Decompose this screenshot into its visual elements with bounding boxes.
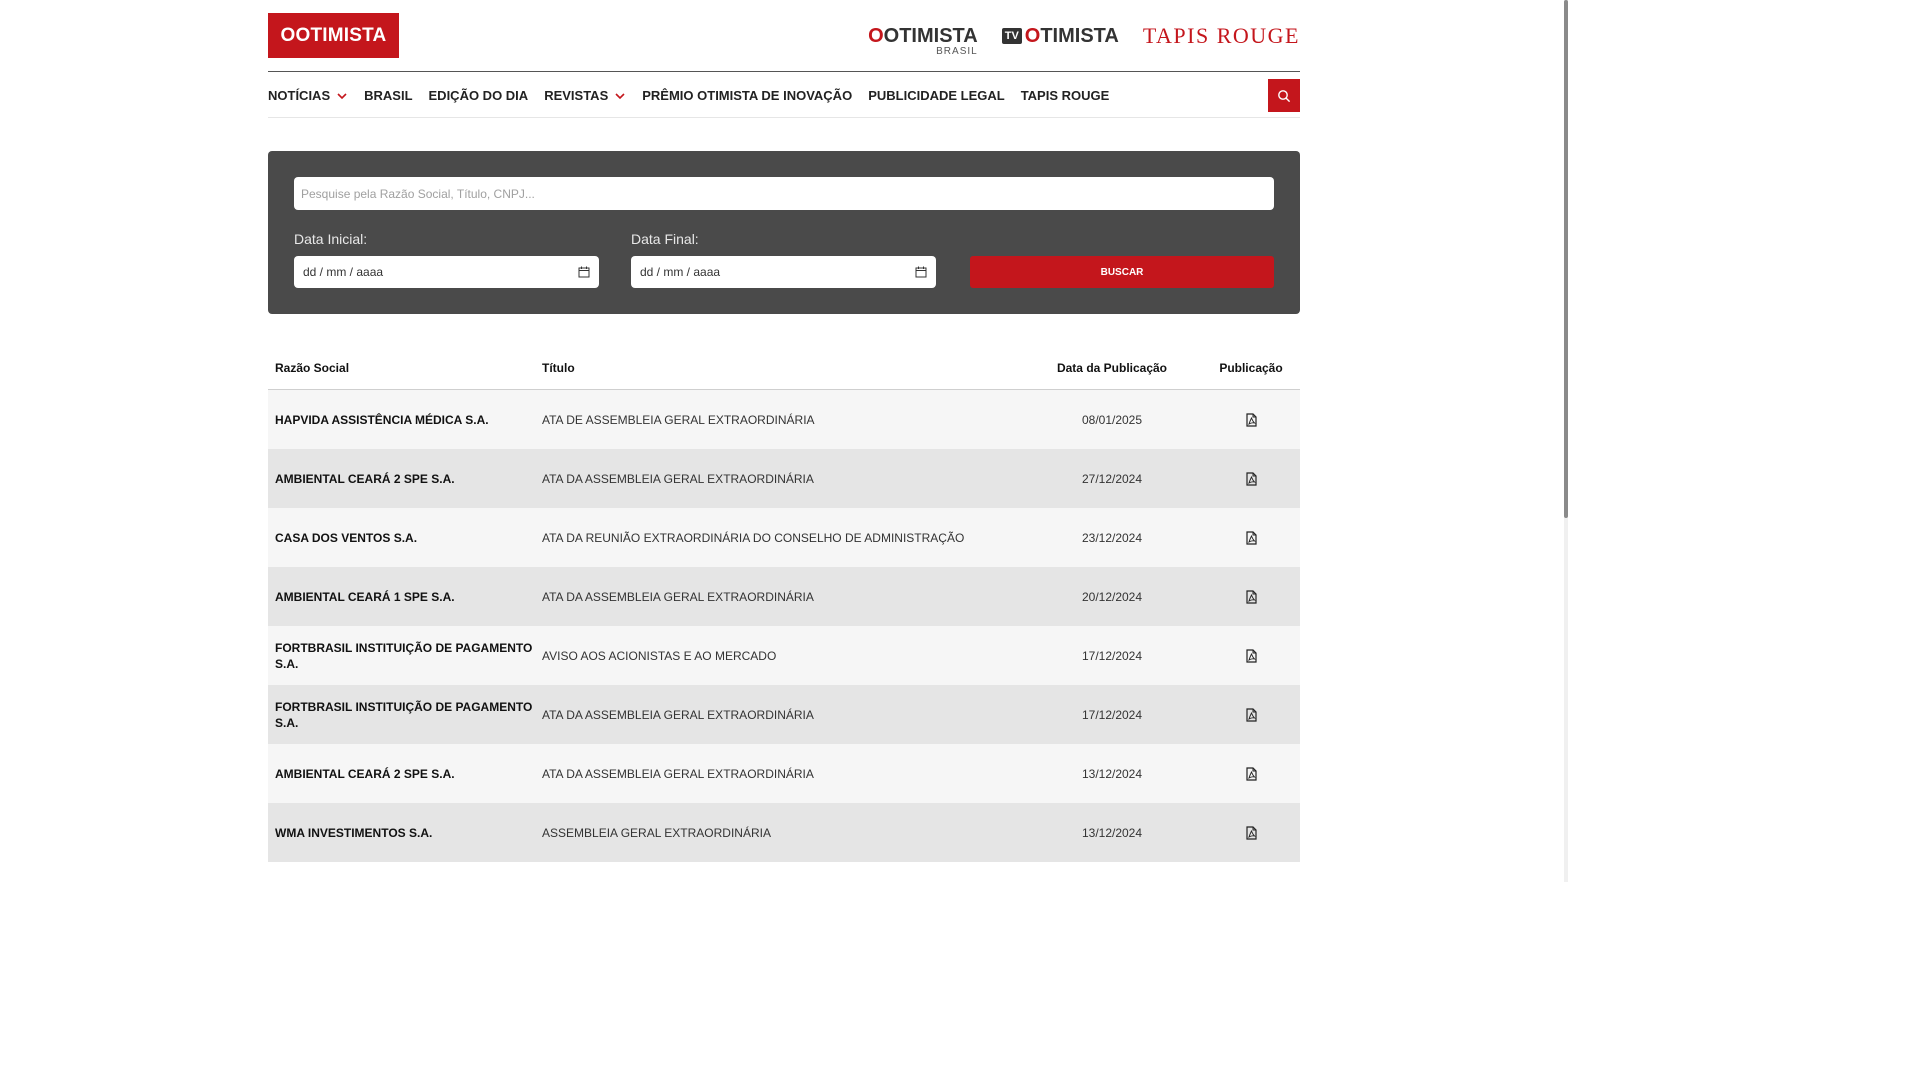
search-panel: Data Inicial: dd / mm / aaaa Data Final:… xyxy=(268,151,1300,314)
calendar-icon[interactable] xyxy=(578,266,590,278)
table-row: FORTBRASIL INSTITUIÇÃO DE PAGAMENTO S.A.… xyxy=(268,685,1300,744)
search-input[interactable] xyxy=(294,177,1274,210)
pdf-file-icon[interactable] xyxy=(1245,825,1258,840)
search-button[interactable] xyxy=(1268,79,1300,112)
tv-badge: TV xyxy=(1001,28,1022,44)
cell-data-publicacao: 23/12/2024 xyxy=(1081,530,1143,545)
header-titulo: Título xyxy=(542,360,575,375)
header-publicacao: Publicação xyxy=(1219,360,1283,375)
cell-publicacao xyxy=(1202,707,1300,722)
nav-item-label: EDIÇÃO DO DIA xyxy=(428,88,529,103)
scrollbar-thumb[interactable] xyxy=(1564,0,1568,518)
brand-links: OOTIMISTA BRASIL TV OTIMISTA TAPIS ROUGE xyxy=(868,20,1300,57)
table-row: AMBIENTAL CEARÁ 2 SPE S.A. ATA DA ASSEMBL… xyxy=(268,744,1300,803)
nav-item-label: TAPIS ROUGE xyxy=(1020,88,1110,103)
table-row: AMBIENTAL CEARÁ 2 SPE S.A. ATA DA ASSEMBL… xyxy=(268,449,1300,508)
nav-item-label: PUBLICIDADE LEGAL xyxy=(868,88,1005,103)
nav-item-brasil[interactable]: BRASIL xyxy=(364,88,412,103)
search-icon xyxy=(1278,89,1291,102)
cell-titulo: ATA DA ASSEMBLEIA GERAL EXTRAORDINÁRIA xyxy=(542,707,814,722)
nav-item-publicidade-legal[interactable]: PUBLICIDADE LEGAL xyxy=(868,88,1005,103)
brand-tv-otimista[interactable]: TV OTIMISTA xyxy=(1001,24,1119,48)
cell-razao-social: WMA INVESTIMENTOS S.A. xyxy=(275,825,433,840)
cell-publicacao xyxy=(1202,766,1300,781)
cell-razao-social: AMBIENTAL CEARÁ 2 SPE S.A. xyxy=(275,471,455,486)
nav-item-label: REVISTAS xyxy=(544,88,609,103)
date-end-field[interactable]: dd / mm / aaaa xyxy=(631,256,936,288)
nav-item-noticias[interactable]: NOTÍCIAS xyxy=(268,88,348,103)
cell-razao-social: CASA DOS VENTOS S.A. xyxy=(275,530,418,545)
cell-publicacao xyxy=(1202,530,1300,545)
page-scrollbar[interactable] xyxy=(1564,0,1568,882)
chevron-down-icon xyxy=(337,92,347,99)
cell-data-publicacao: 13/12/2024 xyxy=(1081,766,1143,781)
cell-publicacao xyxy=(1202,589,1300,604)
cell-titulo: ATA DE ASSEMBLEIA GERAL EXTRAORDINÁRIA xyxy=(542,412,815,427)
nav-item-edicao-do-dia[interactable]: EDIÇÃO DO DIA xyxy=(429,88,529,103)
pdf-file-icon[interactable] xyxy=(1245,530,1258,545)
brand-sub: BRASIL xyxy=(936,46,978,57)
cell-razao-social: FORTBRASIL INSTITUIÇÃO DE PAGAMENTO S.A. xyxy=(275,699,533,730)
brand-name: TIMISTA xyxy=(1040,24,1119,47)
cell-data-publicacao: 27/12/2024 xyxy=(1081,471,1143,486)
cell-titulo: ATA DA ASSEMBLEIA GERAL EXTRAORDINÁRIA xyxy=(542,589,814,604)
header-razao-social: Razão Social xyxy=(275,360,350,375)
date-placeholder: dd / mm / aaaa xyxy=(303,265,384,279)
cell-publicacao xyxy=(1202,471,1300,486)
calendar-icon[interactable] xyxy=(915,266,927,278)
cell-razao-social: AMBIENTAL CEARÁ 1 SPE S.A. xyxy=(275,589,455,604)
date-start-label: Data Inicial: xyxy=(294,231,368,247)
cell-data-publicacao: 20/12/2024 xyxy=(1081,589,1143,604)
cell-publicacao xyxy=(1202,825,1300,840)
brand-tapis-rouge[interactable]: TAPIS ROUGE xyxy=(1143,23,1300,49)
cell-titulo: ATA DA ASSEMBLEIA GERAL EXTRAORDINÁRIA xyxy=(542,766,814,781)
cell-razao-social: AMBIENTAL CEARÁ 2 SPE S.A. xyxy=(275,766,455,781)
cell-titulo: ATA DA ASSEMBLEIA GERAL EXTRAORDINÁRIA xyxy=(542,471,814,486)
nav-item-tapis-rouge[interactable]: TAPIS ROUGE xyxy=(1021,88,1110,103)
pdf-file-icon[interactable] xyxy=(1245,471,1258,486)
brand-otimista-brasil[interactable]: OOTIMISTA BRASIL xyxy=(868,25,978,57)
nav-divider xyxy=(268,117,1300,118)
pdf-file-icon[interactable] xyxy=(1245,589,1258,604)
table-row: CASA DOS VENTOS S.A. ATA DA REUNIÃO EXTRA… xyxy=(268,508,1300,567)
cell-publicacao xyxy=(1202,412,1300,427)
table-body: HAPVIDA ASSISTÊNCIA MÉDICA S.A. ATA DE AS… xyxy=(268,390,1300,862)
main-nav: NOTÍCIAS BRASIL EDIÇÃO DO DIA REVISTAS P… xyxy=(268,79,1125,112)
brand-o-mark: O xyxy=(1024,24,1041,47)
table-row: HAPVIDA ASSISTÊNCIA MÉDICA S.A. ATA DE AS… xyxy=(268,390,1300,449)
pdf-file-icon[interactable] xyxy=(1245,412,1258,427)
cell-razao-social: HAPVIDA ASSISTÊNCIA MÉDICA S.A. xyxy=(275,412,489,427)
cell-titulo: AVISO AOS ACIONISTAS E AO MERCADO xyxy=(542,648,777,663)
header-divider xyxy=(268,71,1300,72)
cell-data-publicacao: 17/12/2024 xyxy=(1081,707,1143,722)
table-header: Razão Social Título Data da Publicação P… xyxy=(268,346,1300,390)
pdf-file-icon[interactable] xyxy=(1245,766,1258,781)
table-row: AMBIENTAL CEARÁ 1 SPE S.A. ATA DA ASSEMBL… xyxy=(268,567,1300,626)
pdf-file-icon[interactable] xyxy=(1245,648,1258,663)
nav-item-label: PRÊMIO OTIMISTA DE INOVAÇÃO xyxy=(642,88,853,103)
brand-o-mark: O xyxy=(868,25,884,47)
cell-data-publicacao: 17/12/2024 xyxy=(1081,648,1143,663)
nav-item-revistas[interactable]: REVISTAS xyxy=(544,88,626,103)
date-end-label: Data Final: xyxy=(631,231,699,247)
cell-data-publicacao: 08/01/2025 xyxy=(1081,412,1143,427)
date-start-field[interactable]: dd / mm / aaaa xyxy=(294,256,599,288)
cell-razao-social: FORTBRASIL INSTITUIÇÃO DE PAGAMENTO S.A. xyxy=(275,640,533,671)
nav-item-label: NOTÍCIAS xyxy=(268,88,331,103)
cell-publicacao xyxy=(1202,648,1300,663)
chevron-down-icon xyxy=(615,92,625,99)
cell-titulo: ASSEMBLEIA GERAL EXTRAORDINÁRIA xyxy=(542,825,771,840)
publications-table: Razão Social Título Data da Publicação P… xyxy=(268,346,1300,862)
pdf-file-icon[interactable] xyxy=(1245,707,1258,722)
nav-item-premio[interactable]: PRÊMIO OTIMISTA DE INOVAÇÃO xyxy=(642,88,852,103)
cell-data-publicacao: 13/12/2024 xyxy=(1081,825,1143,840)
cell-titulo: ATA DA REUNIÃO EXTRAORDINÁRIA DO CONSELH… xyxy=(542,530,965,545)
buscar-button[interactable]: BUSCAR xyxy=(970,256,1274,288)
table-row: WMA INVESTIMENTOS S.A. ASSEMBLEIA GERAL E… xyxy=(268,803,1300,862)
nav-item-label: BRASIL xyxy=(364,88,413,103)
table-row: FORTBRASIL INSTITUIÇÃO DE PAGAMENTO S.A.… xyxy=(268,626,1300,685)
date-placeholder: dd / mm / aaaa xyxy=(640,265,721,279)
header-data-publicacao: Data da Publicação xyxy=(1056,360,1168,375)
site-logo[interactable]: OOTIMISTA xyxy=(268,13,399,58)
